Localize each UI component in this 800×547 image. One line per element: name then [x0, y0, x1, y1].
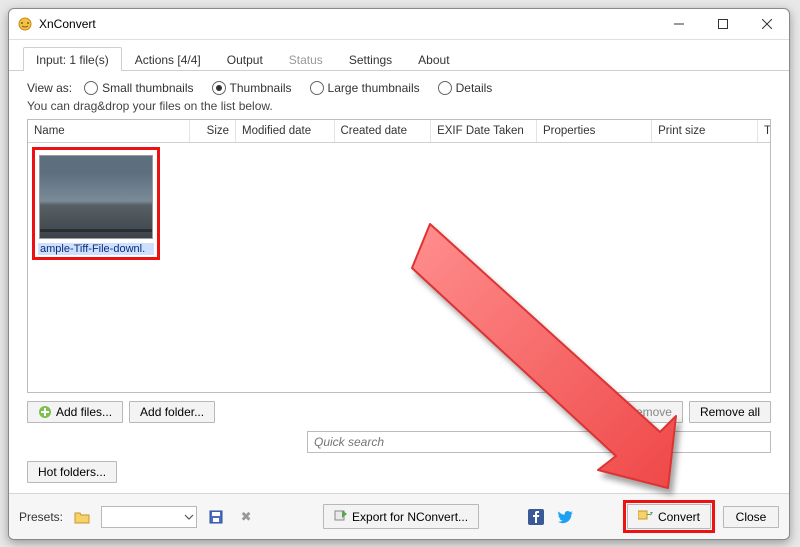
remove-all-button[interactable]: Remove all	[689, 401, 771, 423]
file-thumbnail[interactable]: ample-Tiff-File-downl.	[32, 147, 160, 260]
grid-body[interactable]: ample-Tiff-File-downl.	[28, 143, 770, 392]
col-created[interactable]: Created date	[335, 120, 432, 142]
close-button[interactable]: Close	[723, 506, 779, 528]
tab-status[interactable]: Status	[276, 47, 336, 71]
minimize-button[interactable]	[657, 9, 701, 39]
radio-large-thumbnails[interactable]: Large thumbnails	[304, 81, 426, 95]
export-icon	[334, 508, 348, 525]
radio-thumbnails[interactable]: Thumbnails	[206, 81, 298, 95]
add-folder-button[interactable]: Add folder...	[129, 401, 215, 423]
hot-folders-button[interactable]: Hot folders...	[27, 461, 117, 483]
col-modified[interactable]: Modified date	[236, 120, 334, 142]
tab-output[interactable]: Output	[214, 47, 276, 71]
tab-input[interactable]: Input: 1 file(s)	[23, 47, 122, 71]
col-properties[interactable]: Properties	[537, 120, 652, 142]
tab-actions[interactable]: Actions [4/4]	[122, 47, 214, 71]
col-printsize[interactable]: Print size	[652, 120, 758, 142]
plus-icon	[38, 405, 52, 419]
tab-about[interactable]: About	[405, 47, 462, 71]
thumbnail-label: ample-Tiff-File-downl.	[38, 243, 154, 255]
window-title: XnConvert	[39, 17, 96, 31]
facebook-icon[interactable]	[525, 506, 547, 528]
view-as-label: View as:	[27, 81, 72, 95]
file-grid: Name Size Modified date Created date EXI…	[27, 119, 771, 393]
col-type[interactable]: Type	[758, 120, 770, 142]
folder-icon[interactable]	[71, 506, 93, 528]
view-as-row: View as: Small thumbnails Thumbnails Lar…	[27, 81, 771, 95]
dragdrop-hint: You can drag&drop your files on the list…	[27, 99, 771, 113]
col-size[interactable]: Size	[190, 120, 236, 142]
tab-bar: Input: 1 file(s) Actions [4/4] Output St…	[9, 40, 789, 71]
tab-body: View as: Small thumbnails Thumbnails Lar…	[9, 71, 789, 493]
app-window: XnConvert Input: 1 file(s) Actions [4/4]…	[8, 8, 790, 540]
grid-header: Name Size Modified date Created date EXI…	[28, 120, 770, 143]
presets-label: Presets:	[19, 510, 63, 524]
tab-settings[interactable]: Settings	[336, 47, 405, 71]
file-actions-row: Add files... Add folder... — Remove Remo…	[27, 401, 771, 423]
preset-select[interactable]	[101, 506, 197, 528]
maximize-button[interactable]	[701, 9, 745, 39]
twitter-icon[interactable]	[555, 506, 577, 528]
convert-button[interactable]: Convert	[627, 504, 711, 529]
chevron-down-icon	[184, 512, 194, 522]
delete-preset-icon[interactable]: ✖	[235, 506, 257, 528]
add-files-button[interactable]: Add files...	[27, 401, 123, 423]
col-name[interactable]: Name	[28, 120, 190, 142]
save-preset-icon[interactable]	[205, 506, 227, 528]
app-icon	[17, 16, 33, 32]
quick-search[interactable]	[307, 431, 771, 453]
radio-details[interactable]: Details	[432, 81, 499, 95]
footer: Presets: ✖ Export for NConvert...	[9, 493, 789, 539]
thumbnail-image	[39, 155, 153, 239]
minus-icon: —	[611, 405, 623, 419]
search-input[interactable]	[312, 434, 766, 450]
remove-button[interactable]: — Remove	[600, 401, 683, 423]
export-nconvert-button[interactable]: Export for NConvert...	[323, 504, 479, 529]
close-window-button[interactable]	[745, 9, 789, 39]
convert-highlight: Convert	[623, 500, 715, 533]
col-exif[interactable]: EXIF Date Taken	[431, 120, 537, 142]
convert-icon	[638, 508, 654, 525]
radio-small-thumbnails[interactable]: Small thumbnails	[78, 81, 199, 95]
title-bar: XnConvert	[9, 9, 789, 40]
